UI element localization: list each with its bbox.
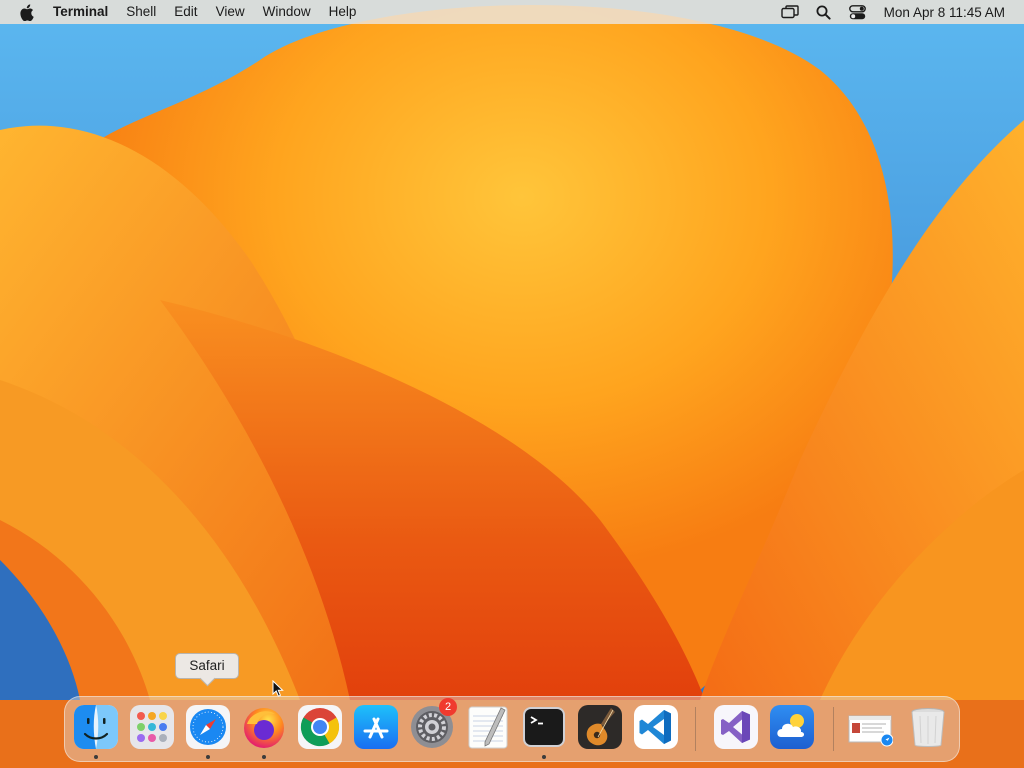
dock-item-chrome[interactable] bbox=[297, 704, 343, 750]
running-indicator bbox=[542, 755, 546, 759]
dock-divider bbox=[695, 707, 696, 751]
dock-item-visual-studio[interactable] bbox=[713, 704, 759, 750]
terminal-icon bbox=[523, 707, 565, 747]
garageband-icon bbox=[578, 705, 622, 749]
dock-item-weather[interactable] bbox=[769, 704, 815, 750]
menu-shell[interactable]: Shell bbox=[117, 0, 165, 24]
firefox-icon bbox=[244, 708, 284, 748]
dock-item-app-store[interactable] bbox=[353, 704, 399, 750]
app-store-icon bbox=[354, 705, 398, 749]
dock-item-launchpad[interactable] bbox=[129, 704, 175, 750]
running-indicator bbox=[206, 755, 210, 759]
textedit-icon bbox=[468, 706, 508, 749]
screen-mirroring-icon[interactable] bbox=[780, 0, 800, 24]
chrome-icon bbox=[298, 705, 342, 749]
spotlight-search-icon[interactable] bbox=[814, 0, 834, 24]
dock-item-textedit[interactable] bbox=[465, 704, 511, 750]
menu-app-name[interactable]: Terminal bbox=[44, 0, 117, 24]
trash-icon bbox=[911, 708, 945, 747]
apple-menu-icon[interactable] bbox=[16, 0, 36, 24]
dock-item-downloads[interactable] bbox=[847, 704, 893, 750]
control-center-icon[interactable] bbox=[848, 0, 868, 24]
running-indicator bbox=[262, 755, 266, 759]
launchpad-icon bbox=[130, 705, 174, 749]
menu-help[interactable]: Help bbox=[320, 0, 366, 24]
menu-bar: Terminal Shell Edit View Window Help Mon… bbox=[0, 0, 1024, 24]
dock-item-firefox[interactable] bbox=[241, 704, 287, 750]
menu-view[interactable]: View bbox=[207, 0, 254, 24]
menu-edit[interactable]: Edit bbox=[165, 0, 206, 24]
visual-studio-icon bbox=[714, 705, 758, 749]
dock-item-vscode[interactable] bbox=[633, 704, 679, 750]
menu-bar-left: Terminal Shell Edit View Window Help bbox=[0, 0, 365, 24]
dock-item-garageband[interactable] bbox=[577, 704, 623, 750]
safari-icon bbox=[186, 705, 230, 749]
menu-bar-clock[interactable]: Mon Apr 8 11:45 AM bbox=[884, 5, 1005, 20]
desktop-wallpaper bbox=[0, 0, 1024, 768]
dock-item-safari[interactable] bbox=[185, 704, 231, 750]
dock-tooltip: Safari bbox=[175, 653, 239, 679]
dock-divider bbox=[833, 707, 834, 751]
dock-item-trash[interactable] bbox=[905, 704, 951, 750]
dock-item-terminal[interactable] bbox=[521, 704, 567, 750]
finder-icon bbox=[74, 705, 118, 749]
weather-icon bbox=[770, 705, 814, 749]
dock-item-system-settings[interactable]: 2 bbox=[409, 698, 457, 750]
menu-window[interactable]: Window bbox=[254, 0, 320, 24]
downloads-stack-icon bbox=[848, 715, 893, 747]
vscode-icon bbox=[634, 705, 678, 749]
dock: 2 bbox=[64, 696, 960, 762]
menu-bar-right: Mon Apr 8 11:45 AM bbox=[773, 0, 1024, 24]
running-indicator bbox=[94, 755, 98, 759]
dock-item-finder[interactable] bbox=[73, 704, 119, 750]
notification-badge: 2 bbox=[439, 698, 457, 716]
